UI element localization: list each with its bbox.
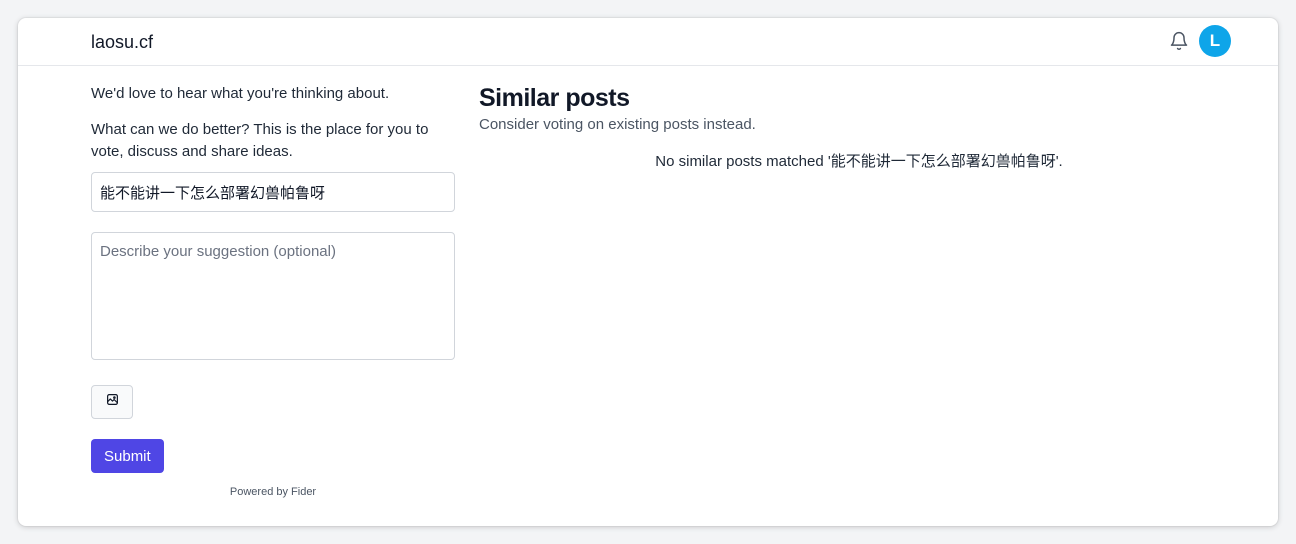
site-title-link[interactable]: laosu.cf bbox=[91, 32, 153, 53]
invite-message: What can we do better? This is the place… bbox=[91, 121, 429, 160]
bell-icon[interactable] bbox=[1169, 31, 1189, 51]
title-input[interactable] bbox=[91, 172, 455, 212]
description-textarea[interactable] bbox=[91, 232, 455, 360]
welcome-message: We'd love to hear what you're thinking a… bbox=[91, 85, 390, 102]
app-window: laosu.cf L We'd love to hear what you're… bbox=[18, 18, 1278, 526]
suggestion-form: We'd love to hear what you're thinking a… bbox=[91, 84, 455, 498]
attach-image-button[interactable] bbox=[91, 385, 133, 419]
similar-posts-heading: Similar posts bbox=[479, 84, 630, 112]
avatar[interactable]: L bbox=[1199, 25, 1231, 57]
submit-button[interactable]: Submit bbox=[91, 439, 164, 473]
similar-posts-panel: Similar posts Consider voting on existin… bbox=[479, 84, 1209, 171]
top-header: laosu.cf L bbox=[18, 18, 1278, 66]
image-icon bbox=[106, 393, 119, 411]
no-similar-posts-message: No similar posts matched '能不能讲一下怎么部署幻兽帕鲁… bbox=[655, 153, 1063, 170]
similar-posts-subtitle: Consider voting on existing posts instea… bbox=[479, 116, 756, 133]
powered-by-link[interactable]: Powered by Fider bbox=[91, 486, 455, 498]
